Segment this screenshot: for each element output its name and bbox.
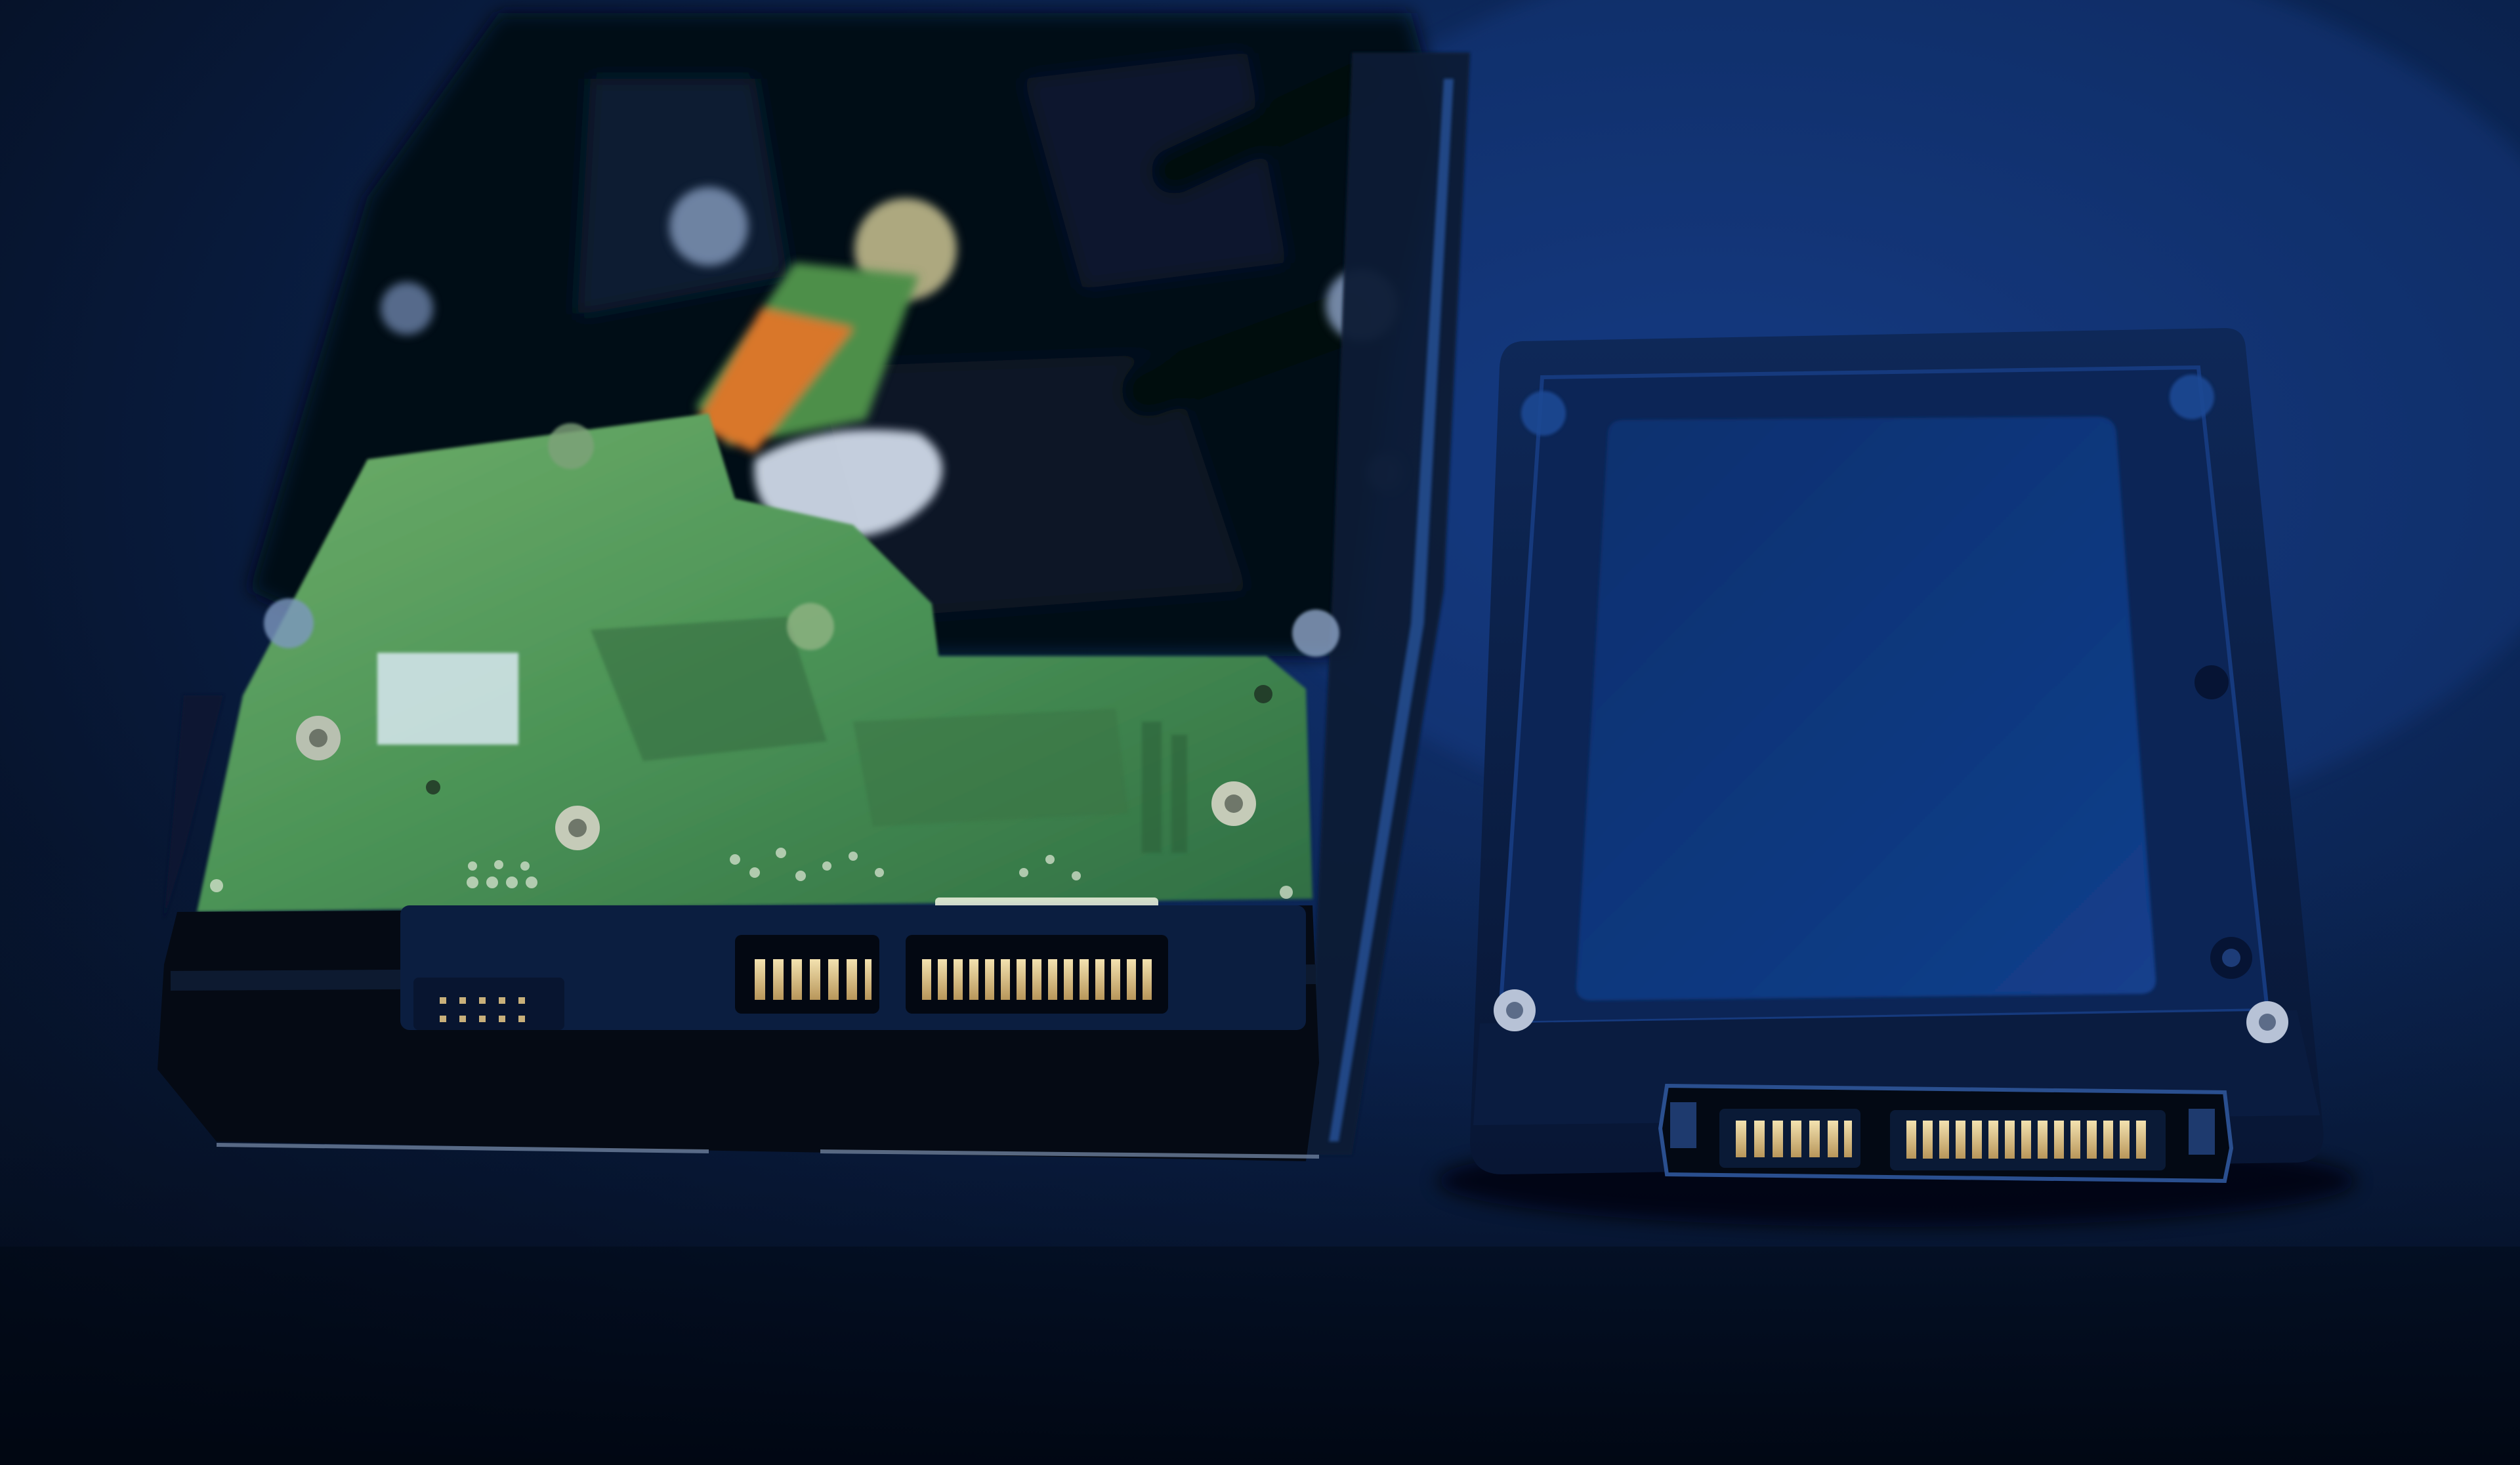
photo-scene bbox=[0, 0, 2520, 1465]
ssd-connector-clip-left bbox=[1670, 1102, 1696, 1148]
hdd-pcb-chip bbox=[377, 653, 518, 745]
vignette-bottom bbox=[0, 1247, 2520, 1465]
photo-canvas bbox=[0, 0, 2520, 1465]
ssd-label-panel bbox=[1576, 417, 2156, 1001]
hdd-sata-power-pins bbox=[922, 959, 1152, 1000]
ssd-sata-power-pins bbox=[1906, 1121, 2146, 1159]
solid-state-drive bbox=[1437, 328, 2356, 1227]
hdd-jumper-block bbox=[413, 978, 564, 1030]
ssd-connector-clip-right bbox=[2189, 1109, 2215, 1155]
